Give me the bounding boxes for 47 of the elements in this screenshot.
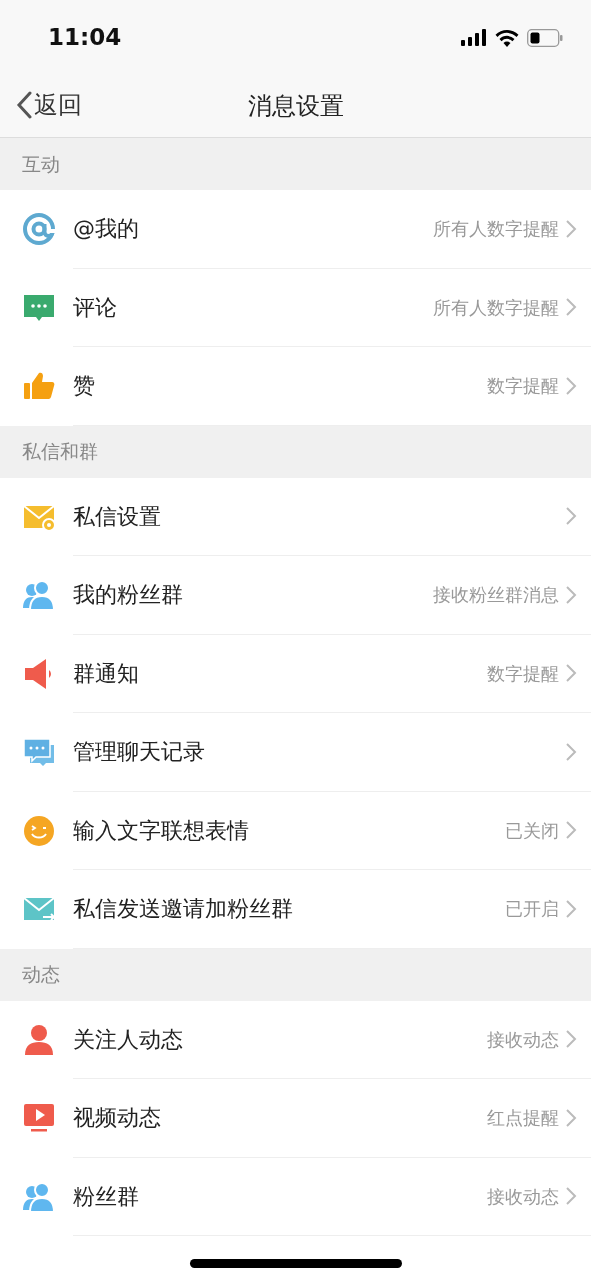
row-value: 接收粉丝群消息 <box>433 583 559 608</box>
row-label: 我的粉丝群 <box>73 581 184 610</box>
section-header: 互动 <box>0 138 591 190</box>
back-button[interactable]: 返回 <box>16 87 82 123</box>
clock-time: 11:04 <box>48 23 122 53</box>
row-value: 接收动态 <box>487 1184 559 1209</box>
row-label: 输入文字联想表情 <box>73 816 250 845</box>
chevron-right-icon <box>565 506 577 527</box>
row-value: 所有人数字提醒 <box>433 217 559 242</box>
row-value: 红点提醒 <box>487 1106 559 1131</box>
chevron-right-icon <box>565 584 577 605</box>
section-header: 动态 <box>0 948 591 1001</box>
chevron-right-icon <box>565 741 577 762</box>
chevron-right-icon <box>565 297 577 318</box>
row-label: 管理聊天记录 <box>73 738 206 767</box>
person-icon <box>22 1022 56 1057</box>
back-chevron-icon <box>16 91 32 119</box>
chevron-right-icon <box>565 1107 577 1128</box>
chevron-right-icon <box>565 1029 577 1050</box>
chevron-right-icon <box>565 375 577 396</box>
row-label: 视频动态 <box>73 1104 162 1133</box>
chevron-right-icon <box>565 1186 577 1207</box>
row-label: 私信发送邀请加粉丝群 <box>73 895 294 924</box>
row-value: 数字提醒 <box>487 661 559 686</box>
row-label: 私信设置 <box>73 502 162 531</box>
row-label: 关注人动态 <box>73 1025 184 1054</box>
row-value: 已开启 <box>505 897 559 922</box>
row-label: 粉丝群 <box>73 1182 140 1211</box>
row-label: 群通知 <box>73 659 140 688</box>
chevron-right-icon <box>565 820 577 841</box>
chevron-right-icon <box>565 218 577 239</box>
row-value: 接收动态 <box>487 1027 559 1052</box>
row-label: @我的 <box>73 215 140 244</box>
at-icon <box>22 212 56 247</box>
row-label: 赞 <box>73 372 96 401</box>
smiley-icon <box>22 813 56 848</box>
chevron-right-icon <box>565 898 577 919</box>
row-value: 已关闭 <box>505 818 559 843</box>
chevron-right-icon <box>565 663 577 684</box>
row-value: 数字提醒 <box>487 374 559 399</box>
signal-icon <box>461 29 487 46</box>
wifi-icon <box>495 28 519 47</box>
page-title: 消息设置 <box>247 91 344 122</box>
row-label: 评论 <box>73 293 118 322</box>
battery-icon <box>527 28 563 47</box>
row-value: 所有人数字提醒 <box>433 295 559 320</box>
section-header: 私信和群 <box>0 425 591 478</box>
